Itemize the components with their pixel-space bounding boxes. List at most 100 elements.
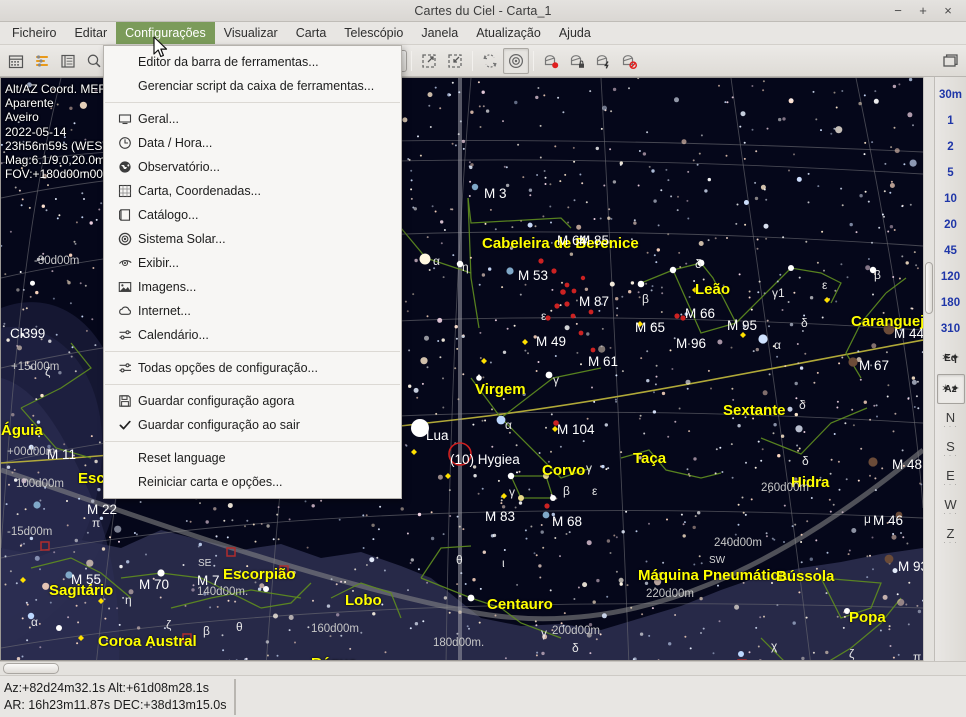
direction-button-n[interactable]: N · · · bbox=[937, 405, 965, 434]
menu-visualizar[interactable]: Visualizar bbox=[215, 22, 287, 44]
fov-preset-30m[interactable]: 30m bbox=[937, 82, 965, 108]
target-circle-icon[interactable] bbox=[503, 47, 529, 74]
menu-item-imagens[interactable]: Imagens... bbox=[104, 275, 401, 299]
telescope-disconnect-icon[interactable] bbox=[616, 48, 642, 74]
menu-item-editor-da-barra-de-ferramentas[interactable]: Editor da barra de ferramentas... bbox=[104, 50, 401, 74]
menu-item-carta-coordenadas[interactable]: Carta, Coordenadas... bbox=[104, 179, 401, 203]
menu-item-guardar-configura-o-agora[interactable]: Guardar configuração agora bbox=[104, 389, 401, 413]
fov-preset-310[interactable]: 310 bbox=[937, 316, 965, 342]
fov-preset-list: 30m 1 2 5 10 20 45 120 180 310 bbox=[937, 82, 965, 342]
direction-button-z[interactable]: Z · · · bbox=[937, 521, 965, 550]
minimize-button[interactable]: − bbox=[892, 4, 904, 18]
zoom-out-box-icon[interactable] bbox=[416, 48, 442, 74]
telescope-lock-icon[interactable] bbox=[564, 48, 590, 74]
menu-carta[interactable]: Carta bbox=[287, 22, 336, 44]
menu-item-exibir[interactable]: Exibir... bbox=[104, 251, 401, 275]
fov-preset-1[interactable]: 1 bbox=[937, 108, 965, 134]
monitor-icon bbox=[114, 112, 136, 126]
fov-preset-20[interactable]: 20 bbox=[937, 212, 965, 238]
window-restore-icon[interactable] bbox=[937, 48, 963, 74]
star-grid-icon: ✶✦ bbox=[941, 382, 960, 395]
menu-item-internet[interactable]: Internet... bbox=[104, 299, 401, 323]
menu-separator bbox=[105, 384, 400, 385]
menu-item-cat-logo[interactable]: Catálogo... bbox=[104, 203, 401, 227]
menu-item-label: Reset language bbox=[138, 451, 226, 465]
status-bar: Az:+82d24m32.1s Alt:+61d08m28.1s AR: 16h… bbox=[0, 675, 966, 717]
menu-item-label: Catálogo... bbox=[138, 208, 199, 222]
menu-item-geral[interactable]: Geral... bbox=[104, 107, 401, 131]
menu-configuracoes[interactable]: Configurações bbox=[116, 22, 215, 44]
fov-preset-120[interactable]: 120 bbox=[937, 264, 965, 290]
object-list-icon[interactable] bbox=[55, 48, 81, 74]
fov-preset-180[interactable]: 180 bbox=[937, 290, 965, 316]
fov-toolbar: 30m 1 2 5 10 20 45 120 180 310 ✶✦ Eq ✶✦ Az N · · ·… bbox=[934, 77, 966, 661]
menu-telescopio[interactable]: Telescópio bbox=[335, 22, 412, 44]
coordsys-azimuthal-button[interactable]: ✶✦ Az bbox=[936, 374, 965, 404]
status-divider bbox=[234, 678, 237, 715]
menu-janela[interactable]: Janela bbox=[412, 22, 467, 44]
direction-button-e[interactable]: E · · · bbox=[937, 463, 965, 492]
horizon-dots-icon: · · · bbox=[943, 452, 958, 459]
menu-ajuda[interactable]: Ajuda bbox=[550, 22, 600, 44]
configuracoes-dropdown-menu[interactable]: Editor da barra de ferramentas... Gerenci… bbox=[103, 45, 402, 499]
fov-preset-2[interactable]: 2 bbox=[937, 134, 965, 160]
menu-item-todas-op-es-de-configura-o[interactable]: Todas opções de configuração... bbox=[104, 356, 401, 380]
refresh-arrows-icon[interactable] bbox=[477, 48, 503, 74]
menu-item-label: Reiniciar carta e opções... bbox=[138, 475, 283, 489]
menu-item-reset-language[interactable]: Reset language bbox=[104, 446, 401, 470]
image-icon bbox=[114, 280, 136, 294]
coordsys-equatorial-button[interactable]: ✶✦ Eq bbox=[937, 343, 965, 373]
window-controls: − + × bbox=[892, 4, 966, 18]
direction-button-s[interactable]: S · · · bbox=[937, 434, 965, 463]
menu-item-guardar-configura-o-ao-sair[interactable]: Guardar configuração ao sair bbox=[104, 413, 401, 437]
window-title: Cartes du Ciel - Carta_1 bbox=[414, 3, 552, 18]
scrollbar-thumb[interactable] bbox=[925, 262, 933, 314]
direction-label: W bbox=[944, 496, 957, 512]
book-icon bbox=[114, 208, 136, 222]
status-line-altaz: Az:+82d24m32.1s Alt:+61d08m28.1s bbox=[4, 680, 210, 695]
check-icon bbox=[114, 418, 136, 432]
menu-ficheiro[interactable]: Ficheiro bbox=[3, 22, 65, 44]
menu-item-label: Todas opções de configuração... bbox=[138, 361, 318, 375]
close-button[interactable]: × bbox=[942, 4, 954, 18]
menu-item-reiniciar-carta-e-op-es[interactable]: Reiniciar carta e opções... bbox=[104, 470, 401, 494]
eye-icon bbox=[114, 256, 136, 270]
menu-item-label: Editor da barra de ferramentas... bbox=[138, 55, 319, 69]
menu-item-label: Sistema Solar... bbox=[138, 232, 226, 246]
direction-button-w[interactable]: W · · · bbox=[937, 492, 965, 521]
menu-bar: Ficheiro Editar Configurações Visualizar… bbox=[0, 22, 966, 45]
menu-item-label: Data / Hora... bbox=[138, 136, 213, 150]
star-grid-icon: ✶✦ bbox=[941, 351, 960, 364]
telescope-connect-icon[interactable] bbox=[538, 48, 564, 74]
fov-preset-5[interactable]: 5 bbox=[937, 160, 965, 186]
menu-atualizacao[interactable]: Atualização bbox=[467, 22, 550, 44]
chart-vertical-scrollbar[interactable] bbox=[923, 77, 934, 661]
maximize-button[interactable]: + bbox=[917, 4, 929, 18]
scrollbar-thumb[interactable] bbox=[3, 663, 59, 674]
menu-item-label: Calendário... bbox=[138, 328, 209, 342]
sliders-icon bbox=[114, 328, 136, 342]
horizon-dots-icon: · · · bbox=[943, 481, 958, 488]
menu-item-sistema-solar[interactable]: Sistema Solar... bbox=[104, 227, 401, 251]
menu-item-gerenciar-script-da-caixa-de-ferramentas[interactable]: Gerenciar script da caixa de ferramentas… bbox=[104, 74, 401, 98]
chart-horizontal-scrollbar[interactable] bbox=[0, 661, 966, 675]
zoom-in-box-icon[interactable] bbox=[442, 48, 468, 74]
direction-label: N bbox=[945, 409, 956, 425]
calendar-icon[interactable] bbox=[3, 48, 29, 74]
coordinates-readout: Az:+82d24m32.1s Alt:+61d08m28.1s AR: 16h… bbox=[0, 676, 230, 717]
cloud-icon bbox=[114, 304, 136, 318]
menu-editar[interactable]: Editar bbox=[65, 22, 116, 44]
menu-item-label: Internet... bbox=[138, 304, 191, 318]
menu-separator bbox=[105, 351, 400, 352]
fov-preset-45[interactable]: 45 bbox=[937, 238, 965, 264]
horizon-dots-icon: · · · bbox=[943, 510, 958, 517]
telescope-power-icon[interactable] bbox=[590, 48, 616, 74]
menu-separator bbox=[105, 102, 400, 103]
list-align-icon[interactable] bbox=[29, 48, 55, 74]
menu-item-calend-rio[interactable]: Calendário... bbox=[104, 323, 401, 347]
chart-grid-icon bbox=[114, 184, 136, 198]
menu-item-observat-rio[interactable]: Observatório... bbox=[104, 155, 401, 179]
fov-preset-10[interactable]: 10 bbox=[937, 186, 965, 212]
status-line-radec: AR: 16h23m11.87s DEC:+38d13m15.0s bbox=[4, 697, 227, 712]
menu-item-data-hora[interactable]: Data / Hora... bbox=[104, 131, 401, 155]
